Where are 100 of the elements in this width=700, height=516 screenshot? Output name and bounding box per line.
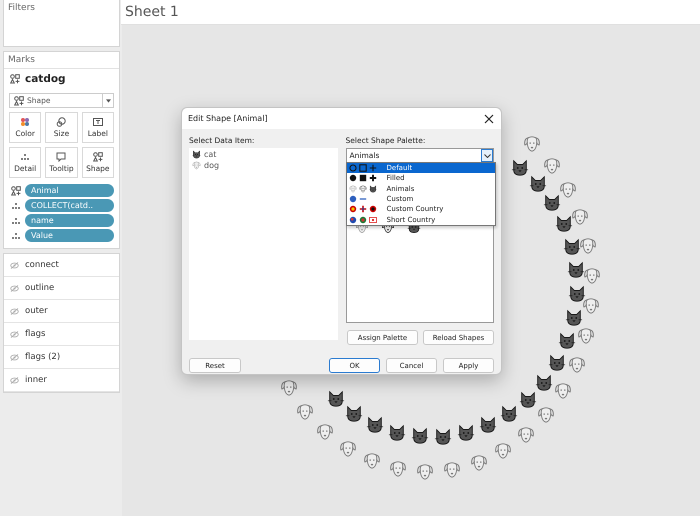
hidden-eye-icon <box>10 354 19 360</box>
square-icon <box>358 164 366 172</box>
dog-icon <box>577 327 596 346</box>
cat-icon <box>366 416 384 434</box>
dog-icon <box>443 460 462 479</box>
flag-icon <box>368 216 376 224</box>
caret-icon <box>106 98 110 102</box>
dog-icon <box>348 184 356 193</box>
dog-icon <box>582 297 600 316</box>
layer-row[interactable]: flags (2) <box>4 346 119 369</box>
dog-icon <box>558 181 577 200</box>
cat-icon <box>528 175 547 194</box>
dog-icon <box>363 452 382 470</box>
dialog-title: Edit Shape [Animal] <box>188 114 268 123</box>
dog-icon <box>554 382 572 400</box>
layer-label: flags <box>25 329 46 339</box>
cat-icon <box>192 150 201 159</box>
size-icon <box>56 117 66 127</box>
shape-icon <box>14 96 24 106</box>
hidden-eye-icon <box>10 330 19 338</box>
cat-icon <box>568 285 586 304</box>
panel-title: Filters <box>7 2 36 15</box>
dog-icon <box>192 161 201 170</box>
dog-icon <box>280 378 298 397</box>
data-item[interactable]: dog <box>192 161 334 170</box>
plus-icon <box>368 174 376 182</box>
dog-icon <box>494 442 512 460</box>
item-label: cat <box>204 150 216 159</box>
shape-icon <box>11 186 21 196</box>
cat-icon <box>457 424 476 442</box>
cat-icon <box>368 184 376 193</box>
detail-icon <box>20 152 30 162</box>
dog-icon <box>470 454 488 472</box>
shape-icon <box>92 152 103 162</box>
cat-icon <box>388 424 406 442</box>
label-icon <box>92 117 103 127</box>
cat-icon <box>567 261 586 280</box>
layer-label: flags (2) <box>25 352 60 362</box>
close-button[interactable] <box>483 112 495 124</box>
hidden-eye-icon <box>10 284 19 292</box>
layer-row[interactable]: outline <box>4 277 119 300</box>
dog-icon <box>523 135 542 154</box>
dropdown-toggle[interactable] <box>481 149 493 162</box>
dog-icon <box>316 423 334 442</box>
layer-row[interactable]: connect <box>4 254 119 277</box>
cat-icon <box>479 416 498 434</box>
layer-label: outer <box>25 306 48 316</box>
caret-icon <box>484 154 490 158</box>
tooltip-icon <box>56 152 66 162</box>
flag-icon <box>358 205 366 214</box>
detail-icon <box>11 216 21 226</box>
cat-icon <box>434 428 452 446</box>
plus-icon <box>368 164 376 172</box>
cat-icon <box>548 354 566 372</box>
cat-icon <box>511 159 530 178</box>
color-icon <box>20 117 30 127</box>
panel-title: Marks <box>7 54 36 67</box>
dog-icon <box>568 356 586 374</box>
dog-icon <box>537 406 556 424</box>
cat-icon <box>564 309 583 328</box>
cat-icon <box>558 332 576 350</box>
dog-icon <box>542 156 561 175</box>
hidden-eye-icon <box>10 376 19 384</box>
dog-icon <box>570 208 589 226</box>
layer-name: catdog <box>25 73 66 85</box>
cat-icon <box>543 194 562 212</box>
circle-icon <box>348 174 356 182</box>
cat-icon <box>562 238 581 256</box>
dog-icon <box>296 402 314 421</box>
data-item[interactable]: cat <box>192 150 334 159</box>
square-icon <box>358 174 366 182</box>
circle-icon <box>348 164 356 172</box>
cat-icon <box>326 390 345 408</box>
layer-label: outline <box>25 283 54 293</box>
dog-icon <box>582 267 601 286</box>
layer-label: connect <box>25 260 59 270</box>
dog-icon <box>358 184 366 193</box>
detail-icon <box>11 230 21 240</box>
cat-icon <box>554 215 573 234</box>
hidden-eye-icon <box>10 308 19 314</box>
layer-row[interactable]: inner <box>4 369 119 392</box>
item-label: dog <box>204 161 220 170</box>
cat-icon <box>410 427 429 446</box>
layer-row[interactable]: flags <box>4 323 119 346</box>
dog-icon <box>578 237 597 255</box>
sheet-title: Sheet 1 <box>125 4 179 20</box>
dog-icon <box>338 440 356 458</box>
shape-icon <box>10 74 20 84</box>
layer-label: inner <box>25 375 47 385</box>
cat-icon <box>500 405 518 424</box>
layer-row[interactable]: outer <box>4 300 119 323</box>
dog-icon <box>389 460 408 478</box>
circle-icon <box>348 195 356 204</box>
dog-icon <box>517 426 536 444</box>
cat-icon <box>518 390 536 409</box>
dog-icon <box>416 462 434 481</box>
detail-icon <box>11 200 21 210</box>
hidden-eye-icon <box>10 262 19 268</box>
cat-icon <box>534 374 553 392</box>
cat-icon <box>345 404 364 423</box>
